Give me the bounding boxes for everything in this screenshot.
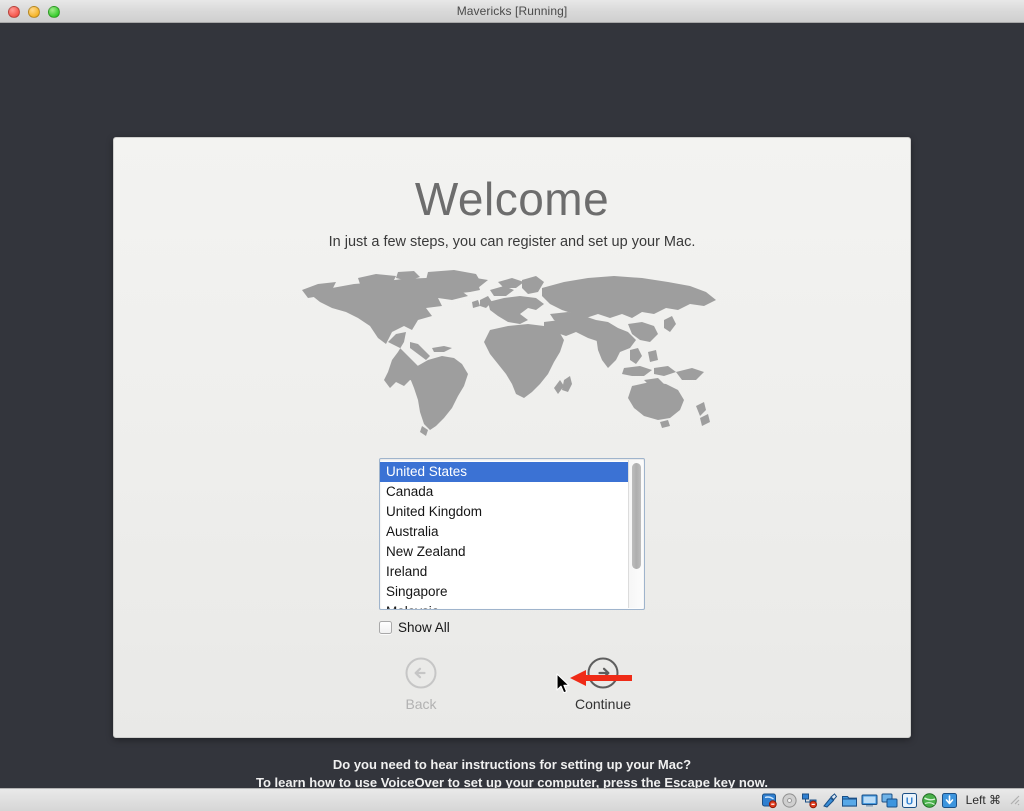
- window-title: Mavericks [Running]: [0, 4, 1024, 18]
- navigation-buttons: Back Continue: [114, 657, 910, 712]
- minimize-button[interactable]: [28, 6, 40, 18]
- show-all-label: Show All: [398, 620, 450, 635]
- voiceover-line-2: To learn how to use VoiceOver to set up …: [0, 774, 1024, 788]
- list-item[interactable]: United Kingdom: [380, 502, 628, 522]
- page-subtitle: In just a few steps, you can register an…: [114, 234, 910, 250]
- virtualbox-statusbar: U Left ⌘: [0, 788, 1024, 811]
- close-button[interactable]: [8, 6, 20, 18]
- list-item[interactable]: Malaysia: [380, 602, 628, 610]
- optical-disk-icon[interactable]: [781, 792, 798, 809]
- shared-folder-icon[interactable]: [841, 792, 858, 809]
- svg-text:U: U: [906, 796, 913, 807]
- mouse-capture-icon[interactable]: [941, 792, 958, 809]
- display-icon[interactable]: [861, 792, 878, 809]
- scrollbar-thumb[interactable]: [632, 463, 641, 569]
- resize-grip[interactable]: [1008, 793, 1020, 807]
- back-button[interactable]: Back: [375, 657, 467, 712]
- list-item[interactable]: Ireland: [380, 562, 628, 582]
- world-map: [114, 268, 910, 446]
- video-capture-icon[interactable]: U: [901, 792, 918, 809]
- list-item[interactable]: United States: [380, 462, 628, 482]
- show-all-checkbox[interactable]: [379, 621, 392, 634]
- list-item[interactable]: Singapore: [380, 582, 628, 602]
- country-selection-area: United States Canada United Kingdom Aust…: [114, 458, 910, 635]
- continue-button-label: Continue: [575, 696, 631, 712]
- host-key-indicator: Left ⌘: [966, 793, 1001, 807]
- vm-screen: Welcome In just a few steps, you can reg…: [0, 23, 1024, 788]
- window-titlebar: Mavericks [Running]: [0, 0, 1024, 23]
- virtualbox-window: Mavericks [Running] Welcome In just a fe…: [0, 0, 1024, 811]
- country-list-items: United States Canada United Kingdom Aust…: [380, 459, 628, 610]
- harddisk-icon[interactable]: [761, 792, 778, 809]
- maximize-button[interactable]: [48, 6, 60, 18]
- list-item[interactable]: New Zealand: [380, 542, 628, 562]
- usb-icon[interactable]: [821, 792, 838, 809]
- list-item[interactable]: Canada: [380, 482, 628, 502]
- setup-assistant-panel: Welcome In just a few steps, you can reg…: [113, 137, 911, 738]
- network-icon[interactable]: [801, 792, 818, 809]
- list-scrollbar[interactable]: [628, 460, 643, 608]
- back-arrow-icon: [405, 657, 437, 689]
- voiceover-line-1: Do you need to hear instructions for set…: [0, 756, 1024, 774]
- continue-button[interactable]: Continue: [557, 657, 649, 712]
- page-title: Welcome: [114, 172, 910, 226]
- continue-arrow-icon: [587, 657, 619, 689]
- voiceover-instructions: Do you need to hear instructions for set…: [0, 756, 1024, 788]
- remote-display-icon[interactable]: [881, 792, 898, 809]
- country-list[interactable]: United States Canada United Kingdom Aust…: [379, 458, 645, 610]
- back-button-label: Back: [405, 696, 436, 712]
- guest-additions-icon[interactable]: [921, 792, 938, 809]
- show-all-row[interactable]: Show All: [379, 620, 645, 635]
- traffic-light-group: [8, 0, 60, 23]
- list-item[interactable]: Australia: [380, 522, 628, 542]
